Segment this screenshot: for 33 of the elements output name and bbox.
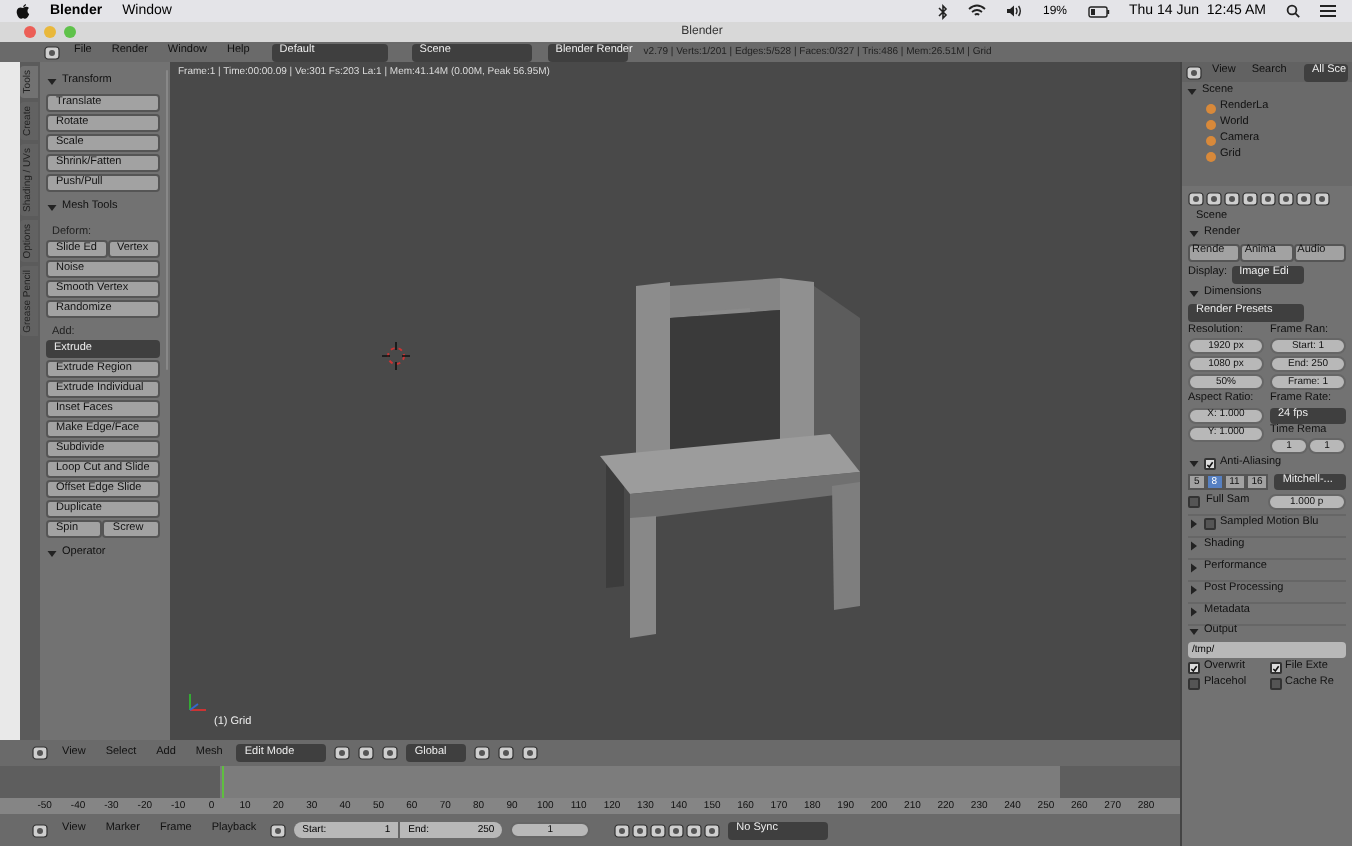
check-icon	[1271, 663, 1279, 673]
battery-icon[interactable]	[1087, 5, 1109, 17]
expanded-arrow-icon[interactable]	[1188, 227, 1200, 239]
checkbox[interactable]	[1269, 678, 1281, 690]
checkbox[interactable]	[1188, 662, 1200, 674]
expanded-arrow-icon[interactable]	[1188, 287, 1200, 299]
collapsed-arrow-icon[interactable]	[1188, 518, 1200, 530]
expanded-arrow-icon[interactable]	[1188, 458, 1200, 470]
apple-logo-icon[interactable]	[16, 3, 30, 19]
bluetooth-icon[interactable]	[938, 3, 949, 19]
checkbox[interactable]	[1269, 662, 1281, 674]
wifi-icon[interactable]	[968, 4, 987, 18]
scrollbar[interactable]	[165, 70, 168, 370]
collapsed-arrow-icon[interactable]	[1188, 584, 1200, 596]
checkbox[interactable]	[1188, 678, 1200, 690]
checkbox[interactable]	[1204, 518, 1216, 530]
expanded-arrow-icon[interactable]	[46, 202, 58, 214]
collapsed-arrow-icon[interactable]	[1188, 562, 1200, 574]
expanded-arrow-icon[interactable]	[46, 76, 58, 88]
search-icon[interactable]	[1286, 4, 1300, 18]
axis-gizmo-icon	[186, 690, 210, 714]
3d-cursor-icon[interactable]	[382, 342, 410, 370]
volume-icon[interactable]	[1006, 4, 1023, 18]
expanded-arrow-icon[interactable]	[1186, 86, 1198, 98]
expanded-arrow-icon[interactable]	[46, 548, 58, 560]
check-icon	[1190, 663, 1198, 673]
checkbox[interactable]	[1204, 458, 1216, 470]
list-icon[interactable]	[1320, 4, 1336, 18]
check-icon	[1206, 459, 1214, 469]
collapsed-arrow-icon[interactable]	[1188, 606, 1200, 618]
expanded-arrow-icon[interactable]	[1188, 626, 1200, 638]
collapsed-arrow-icon[interactable]	[1188, 540, 1200, 552]
checkbox[interactable]	[1188, 496, 1200, 508]
